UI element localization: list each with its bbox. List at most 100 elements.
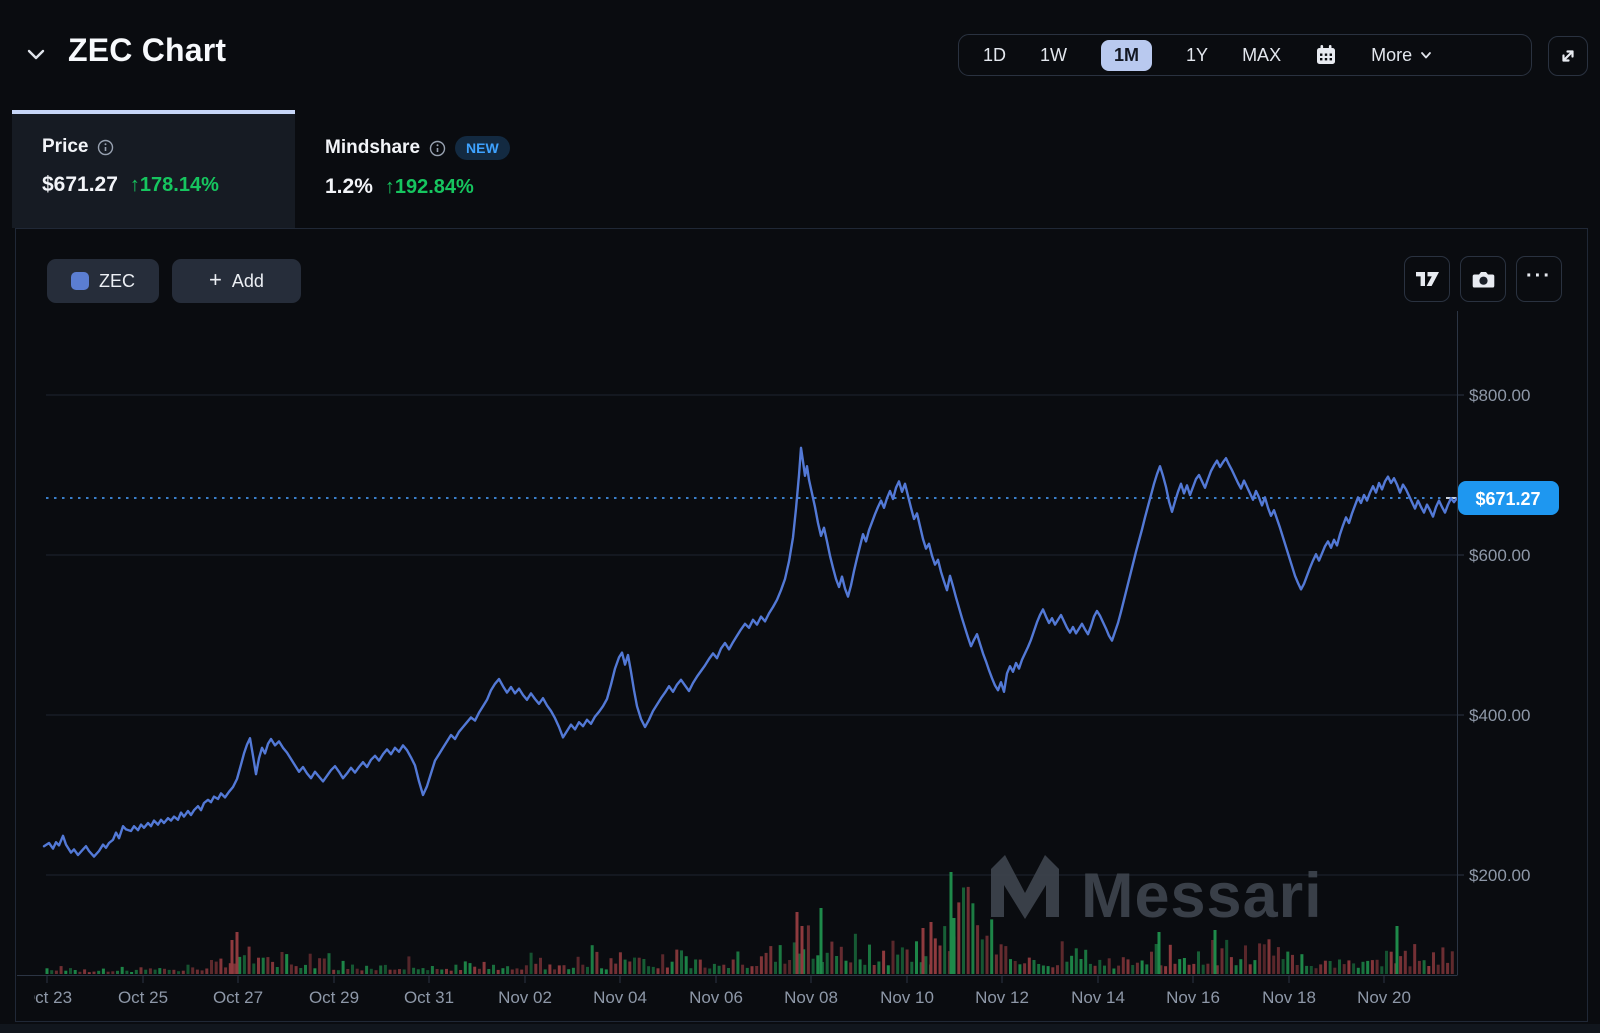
volume-bar — [820, 908, 823, 974]
volume-bar — [1023, 963, 1026, 974]
volume-bar — [849, 962, 852, 974]
volume-bar — [144, 970, 147, 974]
price-chart-svg[interactable]: $800.00$600.00$400.00$200.00MessariOct 2… — [16, 229, 1587, 1021]
x-axis-label[interactable]: Nov 08 — [784, 988, 838, 1007]
volume-bar — [652, 967, 655, 974]
volume-bar — [1221, 948, 1224, 974]
volume-bar — [506, 966, 509, 974]
volume-bar — [581, 965, 584, 974]
volume-bar — [1188, 965, 1191, 974]
volume-bar — [492, 965, 495, 974]
volume-bar — [638, 958, 641, 974]
volume-bar — [812, 959, 815, 974]
volume-bar — [328, 953, 331, 974]
volume-bar — [563, 965, 566, 974]
volume-bar — [1376, 960, 1379, 974]
collapse-chevron-icon[interactable] — [24, 42, 48, 66]
volume-bar — [971, 903, 974, 974]
x-axis-label[interactable]: Nov 12 — [975, 988, 1029, 1007]
volume-bar — [901, 947, 904, 974]
chart-panel: ZEC + Add ··· $800.00$600.00$400.00$200.… — [15, 228, 1588, 1022]
volume-bar — [1047, 966, 1050, 974]
tab-mindshare[interactable]: Mindshare NEW 1.2% ↑192.84% — [295, 110, 635, 228]
volume-bar — [877, 962, 880, 975]
x-axis-label[interactable]: Nov 14 — [1071, 988, 1125, 1007]
volume-bar — [1282, 959, 1285, 974]
x-axis-label[interactable]: Nov 02 — [498, 988, 552, 1007]
volume-bar — [1051, 967, 1054, 974]
volume-bar — [1084, 950, 1087, 974]
x-axis-label[interactable]: Nov 18 — [1262, 988, 1316, 1007]
volume-bar — [1004, 946, 1007, 974]
y-axis-label: $400.00 — [1469, 706, 1530, 725]
volume-bar — [572, 968, 575, 974]
volume-bar — [1202, 965, 1205, 974]
tab-price[interactable]: Price $671.27 ↑178.14% — [12, 110, 295, 228]
volume-bar — [713, 964, 716, 974]
volume-bar — [755, 966, 758, 974]
x-axis-label[interactable]: Nov 16 — [1166, 988, 1220, 1007]
x-axis-label[interactable]: Nov 04 — [593, 988, 647, 1007]
volume-bar — [182, 971, 185, 974]
calendar-icon[interactable] — [1315, 44, 1337, 66]
volume-bar — [868, 945, 871, 974]
volume-bar — [680, 950, 683, 974]
volume-bar — [1131, 965, 1134, 974]
volume-bar — [628, 962, 631, 975]
volume-bar — [1042, 966, 1045, 975]
x-axis-label[interactable]: Oct 25 — [118, 988, 168, 1007]
volume-bar — [704, 968, 707, 974]
volume-bar — [497, 970, 500, 974]
fullscreen-button[interactable] — [1548, 36, 1588, 76]
info-icon — [429, 140, 446, 157]
volume-bar — [694, 960, 697, 975]
volume-bar — [393, 970, 396, 974]
range-1w[interactable]: 1W — [1040, 45, 1067, 66]
volume-bar — [342, 961, 345, 974]
x-axis-label[interactable]: Oct 23 — [22, 988, 72, 1007]
x-axis-label[interactable]: Nov 20 — [1357, 988, 1411, 1007]
volume-bar — [1103, 966, 1106, 974]
more-menu[interactable]: More — [1371, 45, 1433, 66]
volume-bar — [591, 945, 594, 974]
volume-bar — [1399, 956, 1402, 974]
volume-bar — [187, 965, 190, 974]
volume-bar — [323, 959, 326, 975]
range-1y[interactable]: 1Y — [1186, 45, 1208, 66]
x-axis-label[interactable]: Oct 27 — [213, 988, 263, 1007]
volume-bar — [1080, 959, 1083, 974]
range-max[interactable]: MAX — [1242, 45, 1281, 66]
range-1m-selected[interactable]: 1M — [1101, 40, 1152, 71]
x-axis-label[interactable]: Nov 10 — [880, 988, 934, 1007]
volume-bar — [647, 966, 650, 974]
volume-bar — [1214, 930, 1217, 974]
volume-bar — [1000, 944, 1003, 974]
x-axis-label[interactable]: Oct 31 — [404, 988, 454, 1007]
volume-bar — [422, 968, 425, 974]
volume-bar — [149, 968, 152, 974]
new-badge: NEW — [455, 136, 510, 160]
volume-bar — [177, 971, 180, 974]
x-axis-label[interactable]: Oct 29 — [309, 988, 359, 1007]
volume-bar — [116, 971, 119, 974]
volume-bar — [1441, 947, 1444, 974]
volume-bar — [1249, 964, 1252, 974]
range-1d[interactable]: 1D — [983, 45, 1006, 66]
volume-bar — [1451, 951, 1454, 974]
volume-bar — [384, 965, 387, 974]
volume-bar — [459, 970, 462, 974]
volume-bar — [1197, 951, 1200, 974]
volume-bar — [1404, 951, 1407, 974]
volume-bar — [360, 970, 363, 974]
x-axis-label[interactable]: Nov 06 — [689, 988, 743, 1007]
volume-bar — [1145, 964, 1148, 974]
volume-bar — [215, 962, 218, 974]
mindshare-change: ↑192.84% — [385, 176, 474, 199]
volume-bar — [544, 969, 547, 974]
volume-bar — [454, 965, 457, 974]
volume-bar — [243, 955, 246, 974]
volume-bar — [379, 966, 382, 975]
volume-bar — [1366, 961, 1369, 974]
volume-bar — [158, 968, 161, 974]
volume-bar — [55, 971, 58, 974]
